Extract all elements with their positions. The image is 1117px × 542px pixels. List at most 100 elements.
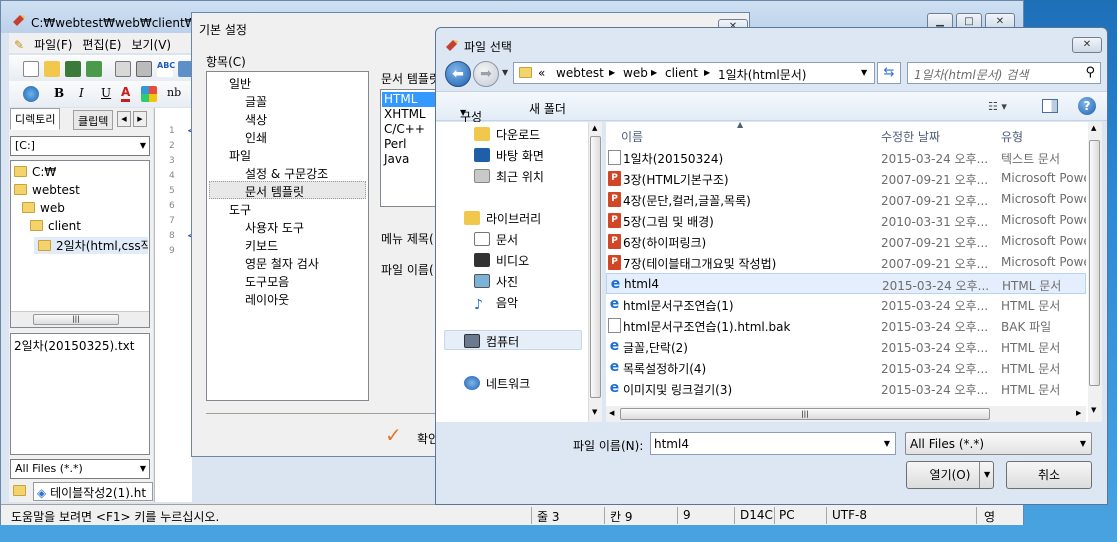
- category-print[interactable]: 인쇄: [245, 129, 267, 146]
- italic-button[interactable]: I: [79, 86, 84, 100]
- tab-cliptext[interactable]: 클립텍: [73, 110, 114, 130]
- nav-libraries[interactable]: 라이브러리: [464, 210, 541, 227]
- new-folder-button[interactable]: 새 폴더: [529, 100, 566, 117]
- column-type[interactable]: 유형: [1001, 128, 1023, 145]
- print-preview-icon[interactable]: [115, 61, 131, 77]
- category-layout[interactable]: 레이아웃: [245, 291, 289, 308]
- file-row[interactable]: html문서구조연습(1).html.bak 2015-03-24 오후... BA…: [606, 315, 1086, 336]
- tab-scroll-left-button[interactable]: ◀: [117, 111, 131, 127]
- history-dropdown-icon[interactable]: ▼: [502, 68, 508, 77]
- breadcrumb-client[interactable]: client: [665, 66, 698, 80]
- chevron-down-icon[interactable]: ▼: [984, 462, 990, 488]
- file-row[interactable]: P 7장(테이블태그개요및 작성법) 2007-09-21 오후... Microso…: [606, 252, 1086, 273]
- file-row[interactable]: e html4 2015-03-24 오후... HTML 문서: [606, 273, 1086, 294]
- file-row[interactable]: P 3장(HTML기본구조) 2007-09-21 오후... Microsoft P…: [606, 168, 1086, 189]
- file-type-select[interactable]: All Files (*.*) ▼: [905, 432, 1092, 455]
- nav-music[interactable]: ♪ 음악: [474, 294, 518, 313]
- category-color[interactable]: 색상: [245, 111, 267, 128]
- color-palette-icon[interactable]: [141, 86, 157, 102]
- open-button[interactable]: 열기(O) ▼: [906, 461, 994, 489]
- tree-item-day2[interactable]: 2일차(html,css작성: [34, 237, 148, 254]
- filename-input[interactable]: html4 ▼: [650, 432, 896, 455]
- print-icon[interactable]: [136, 61, 152, 77]
- address-bar[interactable]: « webtest ▶ web ▶ client ▶ 1일차(html문서) ▼: [513, 62, 875, 84]
- template-item[interactable]: C/C++: [384, 122, 425, 136]
- category-spellcheck[interactable]: 영문 철자 검사: [245, 255, 319, 272]
- back-arrow-icon[interactable]: ⬅: [445, 61, 471, 87]
- search-input[interactable]: 1일차(html문서) 검색 ⚲: [907, 62, 1101, 84]
- font-color-button[interactable]: A: [121, 85, 131, 102]
- file-row[interactable]: P 5장(그림 및 배경) 2010-03-31 오후... Microsoft Po…: [606, 210, 1086, 231]
- nav-downloads[interactable]: 다운로드: [474, 126, 540, 143]
- file-row[interactable]: e 글꼴,단락(2) 2015-03-24 오후... HTML 문서: [606, 336, 1086, 357]
- menu-file[interactable]: 파일(F): [29, 33, 77, 56]
- preview-pane-icon[interactable]: [1042, 99, 1058, 113]
- file-filter-select[interactable]: All Files (*.*) ▼: [10, 459, 150, 479]
- tree-hscrollbar[interactable]: |||: [11, 311, 149, 327]
- nav-pictures[interactable]: 사진: [474, 273, 518, 290]
- nav-computer[interactable]: 컴퓨터: [464, 333, 519, 350]
- file-list-item[interactable]: 2일차(20150325).txt: [14, 337, 134, 354]
- nav-documents[interactable]: 문서: [474, 231, 518, 248]
- tab-scroll-right-button[interactable]: ▶: [133, 111, 147, 127]
- nav-network[interactable]: 네트워크: [464, 375, 530, 392]
- file-dialog-close-button[interactable]: ✕: [1072, 37, 1102, 53]
- view-options-icon[interactable]: ☷ ▾: [988, 100, 1007, 113]
- breadcrumb-web[interactable]: web: [623, 66, 648, 80]
- category-font[interactable]: 글꼴: [245, 93, 267, 110]
- code-editor-gutter[interactable]: 1 2 3 4 5 6 7 8 9 < <: [154, 108, 196, 502]
- spellcheck-icon[interactable]: ABC: [157, 61, 175, 77]
- new-file-icon[interactable]: [23, 61, 39, 77]
- document-tab[interactable]: ◈ 테이블작성2(1).ht: [33, 482, 153, 501]
- file-row[interactable]: e 이미지및 링크걸기(3) 2015-03-24 오후... HTML 문서: [606, 378, 1086, 399]
- category-user-tools[interactable]: 사용자 도구: [245, 219, 304, 236]
- template-item[interactable]: Perl: [384, 137, 406, 151]
- column-date[interactable]: 수정한 날짜: [881, 128, 940, 145]
- file-row[interactable]: 1일차(20150324) 2015-03-24 오후... 텍스트 문서: [606, 147, 1086, 168]
- nbsp-button[interactable]: nb: [167, 86, 181, 99]
- file-row[interactable]: e 목록설정하기(4) 2015-03-24 오후... HTML 문서: [606, 357, 1086, 378]
- menu-view[interactable]: 보기(V): [126, 33, 176, 56]
- file-row[interactable]: e html문서구조연습(1) 2015-03-24 오후... HTML 문서: [606, 294, 1086, 315]
- template-item[interactable]: HTML: [384, 92, 417, 106]
- template-item[interactable]: Java: [384, 152, 409, 166]
- category-file[interactable]: 파일: [229, 147, 251, 164]
- file-list-vscrollbar[interactable]: ▲ ▼: [1088, 122, 1102, 422]
- tree-item-web[interactable]: web: [22, 201, 65, 215]
- chevron-down-icon[interactable]: ▼: [884, 439, 890, 448]
- nav-desktop[interactable]: 바탕 화면: [474, 147, 544, 164]
- menu-edit[interactable]: 편집(E): [77, 33, 126, 56]
- category-tools[interactable]: 도구: [229, 201, 251, 218]
- category-general[interactable]: 일반: [229, 75, 251, 92]
- nav-recent[interactable]: 최근 위치: [474, 168, 544, 185]
- file-row[interactable]: P 4장(문단,컬러,글꼴,목록) 2007-09-21 오후... Microsof…: [606, 189, 1086, 210]
- navigation-scrollbar[interactable]: ▲ ▼: [588, 122, 602, 422]
- column-name[interactable]: 이름: [621, 128, 643, 145]
- refresh-icon[interactable]: ⇆: [877, 62, 901, 84]
- forward-arrow-icon[interactable]: ➡: [473, 61, 499, 87]
- nav-videos[interactable]: 비디오: [474, 252, 529, 269]
- breadcrumb-day1[interactable]: 1일차(html문서): [718, 66, 807, 83]
- category-keyboard[interactable]: 키보드: [245, 237, 278, 254]
- chevron-down-icon[interactable]: ▼: [861, 68, 867, 77]
- open-folder-icon[interactable]: [44, 61, 60, 77]
- drive-select[interactable]: [C:] ▼: [10, 136, 150, 156]
- file-list-hscrollbar[interactable]: ◀ ||| ▶: [606, 406, 1086, 422]
- tree-item-c-drive[interactable]: C:₩: [14, 165, 56, 179]
- category-doc-template[interactable]: 문서 템플릿: [245, 183, 304, 200]
- save-icon[interactable]: [65, 61, 81, 77]
- file-row[interactable]: P6장(하이퍼링크) 2007-09-21 오후... Microsoft Powe…: [606, 231, 1086, 252]
- tab-directory[interactable]: 디렉토리: [10, 108, 61, 130]
- breadcrumb-webtest[interactable]: webtest: [556, 66, 604, 80]
- breadcrumb-overflow[interactable]: «: [538, 66, 545, 80]
- category-toolbars[interactable]: 도구모음: [245, 273, 289, 290]
- bold-button[interactable]: B: [54, 86, 64, 100]
- tree-item-webtest[interactable]: webtest: [14, 183, 80, 197]
- cancel-button[interactable]: 취소: [1006, 461, 1092, 489]
- browser-preview-icon[interactable]: [23, 86, 39, 102]
- save-all-icon[interactable]: [86, 61, 102, 77]
- category-syntax[interactable]: 설정 & 구문강조: [245, 165, 328, 182]
- tree-item-client[interactable]: client: [30, 219, 81, 233]
- underline-button[interactable]: U: [101, 86, 111, 100]
- help-icon[interactable]: ?: [1078, 97, 1096, 115]
